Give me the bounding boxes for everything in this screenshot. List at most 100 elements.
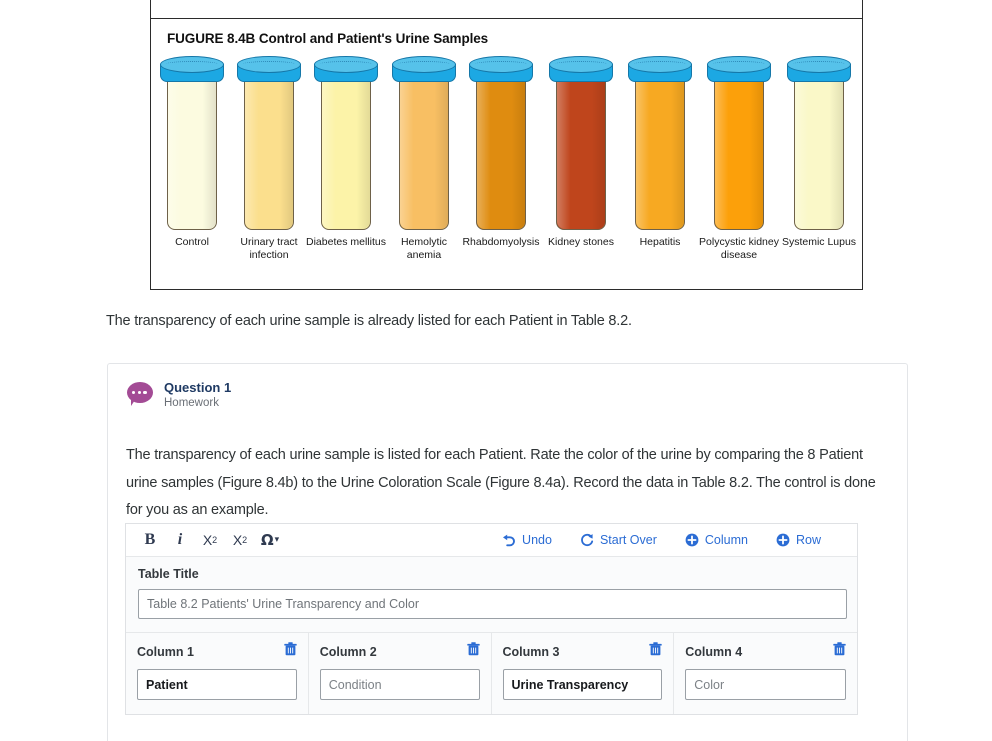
italic-button[interactable]: i (165, 527, 195, 553)
special-character-button[interactable]: Ω ▾ (255, 527, 285, 553)
plus-circle-icon (776, 533, 790, 547)
undo-button[interactable]: Undo (487, 533, 566, 547)
urine-sample: Hemolytic anemia (392, 56, 456, 261)
subscript-index: 2 (212, 535, 218, 545)
column-definition-cell: Column 4 Color (674, 633, 857, 714)
column-header-label: Column 1 (137, 644, 194, 659)
sample-tube (628, 56, 692, 234)
column-definitions-row: Column 1 Patient Column 2 Condition Column 3… (126, 633, 857, 714)
trash-icon (649, 642, 662, 656)
column-definition-cell: Column 3 Urine Transparency (492, 633, 675, 714)
tube-cap (392, 56, 456, 88)
urine-sample: Hepatitis (628, 56, 692, 248)
bold-button[interactable]: B (135, 527, 165, 553)
superscript-index: 2 (242, 535, 248, 545)
tube-body (635, 70, 685, 230)
question-body: The transparency of each urine sample is… (126, 447, 876, 518)
table-editor: B i X2 X2 Ω ▾ Undo Start Over Column Row… (125, 523, 858, 715)
column-header-label: Column 4 (685, 644, 743, 659)
column-header-label: Column 2 (319, 644, 377, 659)
urine-sample-row: Control Urinary tract infection Diabetes m… (151, 56, 862, 271)
delete-column-button[interactable] (284, 642, 297, 661)
trash-icon (466, 642, 480, 656)
superscript-glyph: X (232, 532, 243, 548)
sample-tube (392, 56, 456, 234)
subscript-glyph: X (202, 532, 213, 548)
sample-label: Diabetes mellitus (306, 236, 386, 248)
urine-sample: Polycystic kidney disease (699, 56, 779, 261)
figure-title: FUGURE 8.4B Control and Patient's Urine … (167, 31, 489, 46)
delete-column-button[interactable] (833, 642, 846, 661)
add-row-button[interactable]: Row (762, 533, 835, 547)
editor-toolbar: B i X2 X2 Ω ▾ Undo Start Over Column Row (126, 524, 857, 557)
sample-label: Urinary tract infection (240, 236, 298, 261)
column-header-label: Column 3 (502, 644, 560, 659)
tube-cap (314, 56, 378, 88)
sample-tube (160, 56, 224, 234)
delete-column-button[interactable] (649, 642, 662, 661)
tube-cap (237, 56, 301, 88)
table-title-label: Table Title (138, 567, 199, 581)
column-name-input[interactable]: Color (685, 669, 846, 700)
trash-icon (284, 642, 297, 656)
urine-sample: Diabetes mellitus (306, 56, 386, 248)
sample-tube (237, 56, 301, 234)
column-header-row: Column 1 (137, 642, 297, 661)
plus-circle-icon (685, 533, 699, 547)
column-header-row: Column 2 (320, 642, 480, 661)
sample-label: Kidney stones (548, 236, 614, 248)
sample-tube (707, 56, 771, 234)
add-column-button[interactable]: Column (671, 533, 762, 547)
urine-sample: Rhabdomyolysis (462, 56, 540, 248)
tube-cap (160, 56, 224, 88)
column-definition-cell: Column 1 Patient (126, 633, 309, 714)
column-definition-cell: Column 2 Condition (309, 633, 492, 714)
intro-paragraph: The transparency of each urine sample is… (106, 313, 632, 329)
start-over-label: Start Over (599, 533, 657, 547)
sample-label: Control (175, 236, 209, 248)
sample-label: Rhabdomyolysis (462, 236, 540, 248)
question-header: Question 1 Homework (108, 364, 907, 426)
tube-body (244, 70, 294, 230)
sample-label: Systemic Lupus (781, 236, 857, 248)
add-column-label: Column (704, 533, 748, 547)
question-card: Question 1 Homework The transparency of … (107, 363, 908, 741)
sample-tube (787, 56, 851, 234)
column-header-row: Column 3 (503, 642, 663, 661)
superscript-button[interactable]: X2 (225, 527, 255, 553)
chevron-down-icon: ▾ (274, 535, 280, 545)
question-subtitle: Homework (164, 396, 219, 409)
sample-label: Hemolytic anemia (400, 236, 448, 261)
tube-body (399, 70, 449, 230)
urine-sample: Urinary tract infection (237, 56, 301, 261)
urine-sample: Control (160, 56, 224, 248)
tube-body (714, 70, 764, 230)
column-name-input[interactable]: Condition (319, 669, 480, 700)
figure-divider (151, 18, 862, 19)
figure-container: FUGURE 8.4B Control and Patient's Urine … (150, 0, 863, 290)
tube-cap (787, 56, 851, 88)
toolbar-action-group: Undo Start Over Column Row (487, 533, 857, 547)
tube-body (556, 70, 606, 230)
tube-cap (469, 56, 533, 88)
column-name-input[interactable]: Urine Transparency (502, 669, 663, 700)
speech-bubble-icon (127, 382, 153, 406)
tube-body (476, 70, 526, 230)
tube-cap (549, 56, 613, 88)
subscript-button[interactable]: X2 (195, 527, 225, 553)
tube-body (321, 70, 371, 230)
delete-column-button[interactable] (466, 642, 480, 661)
tube-body (794, 70, 844, 230)
undo-icon (503, 534, 515, 546)
tube-cap (628, 56, 692, 88)
undo-label: Undo (522, 533, 552, 547)
table-title-input[interactable]: Table 8.2 Patients' Urine Transparency a… (138, 589, 847, 619)
tube-cap (707, 56, 771, 88)
toolbar-format-group: B i X2 X2 Ω ▾ (126, 527, 285, 553)
table-title-section: Table Title Table 8.2 Patients' Urine Tr… (126, 557, 857, 633)
column-name-input[interactable]: Patient (137, 669, 297, 700)
sample-tube (314, 56, 378, 234)
start-over-button[interactable]: Start Over (566, 533, 671, 547)
tube-body (167, 70, 217, 230)
omega-icon: Ω (260, 531, 274, 549)
